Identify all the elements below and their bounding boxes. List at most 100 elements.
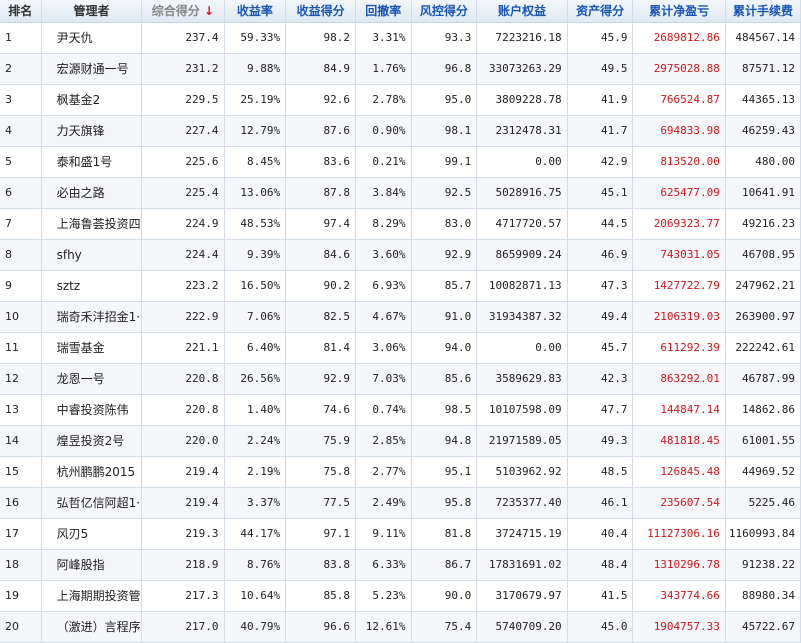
cell-manager[interactable]: 上海期期投资管 [41, 580, 143, 612]
cell-score: 224.4 [141, 239, 225, 271]
header-label[interactable]: 收益率 [237, 4, 273, 18]
header-label: 管理者 [73, 4, 110, 19]
table-row: 11 瑞雪基金 221.1 6.40% 81.4 3.06% 94.0 0.00 45.7 611… [0, 332, 801, 364]
cell-return-score: 96.6 [285, 611, 357, 643]
cell-equity: 8659909.24 [476, 239, 568, 271]
cell-score: 229.5 [141, 84, 225, 116]
cell-manager[interactable]: 必由之路 [41, 177, 143, 209]
cell-manager[interactable]: 瑞雪基金 [41, 332, 143, 364]
cell-manager[interactable]: 瑞奇禾沣招金1· [41, 301, 143, 333]
cell-drawdown: 3.60% [355, 239, 412, 271]
ranking-table: 排名 管理者 综合得分 ↓ 收益率 收益得分 回撤率 风控得分 账户权益 资产得分 累计净盈亏 累计… [0, 0, 801, 643]
header-col-equity[interactable]: 账户权益 [476, 0, 568, 23]
cell-manager[interactable]: 弘哲亿信阿超1· [41, 487, 143, 519]
cell-risk-score: 90.0 [411, 580, 478, 612]
cell-risk-score: 75.4 [411, 611, 478, 643]
cell-manager[interactable]: 力天旗锋 [41, 115, 143, 147]
table-row: 18 阿峰股指 218.9 8.76% 83.8 6.33% 86.7 17831691.02… [0, 549, 801, 581]
cell-manager[interactable]: 上海鲁荟投资四 [41, 208, 143, 240]
cell-manager[interactable]: 龙恩一号 [41, 363, 143, 395]
cell-return-score: 82.5 [285, 301, 357, 333]
cell-equity: 3724715.19 [476, 518, 568, 550]
cell-asset-score: 49.3 [567, 425, 634, 457]
cell-drawdown: 2.78% [355, 84, 412, 116]
cell-return-rate: 40.79% [224, 611, 287, 643]
cell-rank: 4 [0, 115, 42, 147]
cell-return-score: 87.8 [285, 177, 357, 209]
header-label[interactable]: 累计净盈亏 [649, 4, 709, 18]
cell-rank: 5 [0, 146, 42, 178]
cell-manager[interactable]: 尹天仇 [41, 22, 143, 54]
cell-return-score: 85.8 [285, 580, 357, 612]
cell-drawdown: 0.90% [355, 115, 412, 147]
cell-manager[interactable]: 枫基金2 [41, 84, 143, 116]
header-col-return-rate[interactable]: 收益率 [224, 0, 287, 23]
header-label: 排名 [8, 4, 33, 19]
cell-risk-score: 95.0 [411, 84, 478, 116]
cell-return-score: 83.8 [285, 549, 357, 581]
cell-asset-score: 48.4 [567, 549, 634, 581]
header-label[interactable]: 风控得分 [420, 4, 468, 18]
header-label[interactable]: 资产得分 [576, 4, 624, 18]
cell-net-pnl: 743031.05 [632, 239, 726, 271]
header-col-net-pnl[interactable]: 累计净盈亏 [632, 0, 726, 23]
table-row: 9 sztz 223.2 16.50% 90.2 6.93% 85.7 10082871.13… [0, 270, 801, 302]
cell-risk-score: 83.0 [411, 208, 478, 240]
cell-net-pnl: 343774.66 [632, 580, 726, 612]
header-col-drawdown[interactable]: 回撤率 [355, 0, 412, 23]
header-label[interactable]: 回撤率 [365, 4, 401, 18]
header-col-score[interactable]: 综合得分 ↓ [141, 0, 225, 23]
cell-net-pnl: 813520.00 [632, 146, 726, 178]
cell-manager[interactable]: 中睿投资陈伟 [41, 394, 143, 426]
table-row: 12 龙恩一号 220.8 26.56% 92.9 7.03% 85.6 3589629.83… [0, 363, 801, 395]
cell-drawdown: 12.61% [355, 611, 412, 643]
cell-manager[interactable]: （激进）言程序 [41, 611, 143, 643]
cell-manager[interactable]: 风刃5 [41, 518, 143, 550]
table-row: 15 杭州鹏鹏2015 219.4 2.19% 75.8 2.77% 95.1 5103962… [0, 456, 801, 488]
header-col-risk-score[interactable]: 风控得分 [411, 0, 478, 23]
cell-return-rate: 2.19% [224, 456, 287, 488]
cell-fees: 480.00 [725, 146, 801, 178]
header-col-fees[interactable]: 累计手续费 [725, 0, 801, 23]
cell-equity: 5740709.20 [476, 611, 568, 643]
cell-fees: 263900.97 [725, 301, 801, 333]
cell-fees: 247962.21 [725, 270, 801, 302]
header-label[interactable]: 综合得分 [152, 4, 200, 18]
cell-equity: 3170679.97 [476, 580, 568, 612]
cell-manager[interactable]: 宏源财通一号 [41, 53, 143, 85]
cell-return-rate: 9.39% [224, 239, 287, 271]
header-label[interactable]: 累计手续费 [733, 4, 793, 18]
cell-risk-score: 85.6 [411, 363, 478, 395]
cell-equity: 5103962.92 [476, 456, 568, 488]
cell-risk-score: 98.5 [411, 394, 478, 426]
cell-score: 237.4 [141, 22, 225, 54]
cell-return-rate: 12.79% [224, 115, 287, 147]
cell-rank: 14 [0, 425, 42, 457]
sort-desc-arrow-icon[interactable]: ↓ [204, 4, 214, 18]
cell-manager[interactable]: sfhy [41, 239, 143, 271]
header-label[interactable]: 账户权益 [498, 4, 546, 18]
cell-rank: 13 [0, 394, 42, 426]
cell-manager[interactable]: sztz [41, 270, 143, 302]
cell-equity: 17831691.02 [476, 549, 568, 581]
cell-return-score: 74.6 [285, 394, 357, 426]
cell-return-score: 87.6 [285, 115, 357, 147]
cell-fees: 87571.12 [725, 53, 801, 85]
cell-return-rate: 1.40% [224, 394, 287, 426]
cell-equity: 31934387.32 [476, 301, 568, 333]
cell-manager[interactable]: 阿峰股指 [41, 549, 143, 581]
cell-manager[interactable]: 泰和盛1号 [41, 146, 143, 178]
cell-return-rate: 8.45% [224, 146, 287, 178]
cell-manager[interactable]: 杭州鹏鹏2015 [41, 456, 143, 488]
cell-fees: 46787.99 [725, 363, 801, 395]
cell-fees: 88980.34 [725, 580, 801, 612]
cell-equity: 5028916.75 [476, 177, 568, 209]
cell-manager[interactable]: 煌昱投资2号 [41, 425, 143, 457]
table-row: 8 sfhy 224.4 9.39% 84.6 3.60% 92.9 8659909.24 46… [0, 239, 801, 271]
header-col-return-score[interactable]: 收益得分 [285, 0, 357, 23]
table-row: 13 中睿投资陈伟 220.8 1.40% 74.6 0.74% 98.5 10107598.… [0, 394, 801, 426]
cell-return-rate: 44.17% [224, 518, 287, 550]
header-col-asset-score[interactable]: 资产得分 [567, 0, 634, 23]
header-label[interactable]: 收益得分 [297, 4, 345, 18]
cell-net-pnl: 611292.39 [632, 332, 726, 364]
